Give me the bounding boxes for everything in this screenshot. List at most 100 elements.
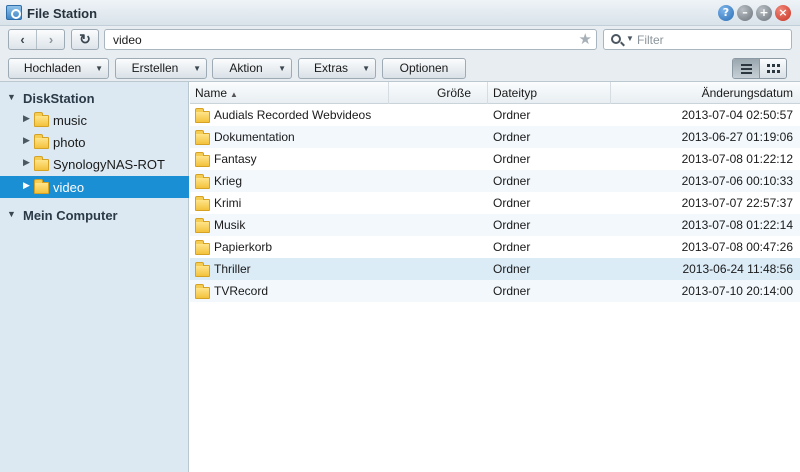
tree-item-video[interactable]: ▶ video [0,176,189,198]
path-text: video [113,33,142,47]
table-row[interactable]: Krieg Ordner 2013-07-06 00:10:33 [190,170,800,192]
folder-icon [34,134,49,149]
file-modified: 2013-07-07 22:57:37 [681,196,793,210]
folder-icon [195,218,210,233]
folder-icon [195,130,210,145]
table-row[interactable]: Audials Recorded Webvideos Ordner 2013-0… [190,104,800,126]
list-header: Name ▲ Größe Dateityp Änderungsdatum [190,82,800,104]
collapse-triangle-icon[interactable]: ▶ [23,180,30,191]
tree-root-diskstation[interactable]: ▼ DiskStation [0,87,189,109]
folder-icon [195,240,210,255]
column-header-modified[interactable]: Änderungsdatum [611,82,800,104]
history-buttons: ‹ › [8,29,65,50]
create-label: Erstellen [131,61,179,75]
view-switcher [732,58,787,79]
column-header-type[interactable]: Dateityp [488,82,611,104]
chevron-down-icon: ▼ [95,64,103,73]
file-type: Ordner [493,174,531,188]
star-icon[interactable]: ★ [579,30,592,48]
extras-button[interactable]: Extras ▼ [298,58,376,79]
file-list: Name ▲ Größe Dateityp Änderungsdatum Audi… [190,82,800,472]
file-modified: 2013-07-04 02:50:57 [681,108,793,122]
table-row[interactable]: TVRecord Ordner 2013-07-10 20:14:00 [190,280,800,302]
file-name: Musik [214,218,246,232]
folder-icon [195,174,210,189]
collapse-triangle-icon[interactable]: ▶ [23,113,30,124]
file-modified: 2013-07-06 00:10:33 [681,174,793,188]
grid-view-icon[interactable] [760,59,786,78]
collapse-triangle-icon[interactable]: ▶ [23,135,30,146]
file-name: TVRecord [214,284,269,298]
file-name: Krimi [214,196,242,210]
file-name: Thriller [214,262,251,276]
create-button[interactable]: Erstellen ▼ [115,58,207,79]
title-bar: File Station ? – + × [0,0,800,26]
file-modified: 2013-06-27 01:19:06 [681,130,793,144]
tree-item-label: SynologyNAS-ROT [53,157,165,172]
tree-root-label: DiskStation [23,91,95,106]
chevron-down-icon: ▼ [278,64,286,73]
table-row[interactable]: Musik Ordner 2013-07-08 01:22:14 [190,214,800,236]
tree-root-mein-computer[interactable]: ▼ Mein Computer [0,204,189,226]
expand-triangle-icon[interactable]: ▼ [7,92,16,102]
tree-root-label: Mein Computer [23,208,118,223]
refresh-button[interactable]: ↻ [71,29,99,50]
back-button[interactable]: ‹ [9,30,37,49]
column-name-label: Name [195,86,228,100]
options-button[interactable]: Optionen [382,58,466,79]
path-field[interactable]: video ★ [104,29,597,50]
collapse-triangle-icon[interactable]: ▶ [23,157,30,168]
folder-icon [34,112,49,127]
maximize-button[interactable]: + [756,5,772,21]
navigation-bar: ‹ › ↻ video ★ ▼ [0,26,800,54]
column-header-size[interactable]: Größe [389,82,488,104]
file-modified: 2013-07-08 01:22:12 [681,152,793,166]
action-label: Aktion [229,61,263,75]
filter-field[interactable]: ▼ [603,29,792,50]
file-type: Ordner [493,108,531,122]
file-station-icon [6,5,22,20]
table-row[interactable]: Fantasy Ordner 2013-07-08 01:22:12 [190,148,800,170]
table-row[interactable]: Dokumentation Ordner 2013-06-27 01:19:06 [190,126,800,148]
file-name: Papierkorb [214,240,273,254]
folder-icon [34,179,49,194]
tree-item-label: music [53,113,87,128]
tree-item-photo[interactable]: ▶ photo [0,131,189,153]
file-type: Ordner [493,262,531,276]
file-type: Ordner [493,218,531,232]
file-modified: 2013-07-08 01:22:14 [681,218,793,232]
list-view-icon[interactable] [733,59,760,78]
expand-triangle-icon[interactable]: ▼ [7,209,16,219]
upload-label: Hochladen [23,61,82,75]
table-row[interactable]: Thriller Ordner 2013-06-24 11:48:56 [190,258,800,280]
action-button[interactable]: Aktion ▼ [212,58,292,79]
file-name: Dokumentation [214,130,295,144]
file-name: Fantasy [214,152,257,166]
table-row[interactable]: Krimi Ordner 2013-07-07 22:57:37 [190,192,800,214]
file-type: Ordner [493,130,531,144]
file-name: Krieg [214,174,243,188]
chevron-down-icon[interactable]: ▼ [626,34,634,43]
file-type: Ordner [493,284,531,298]
folder-icon [195,196,210,211]
upload-button[interactable]: Hochladen ▼ [8,58,109,79]
tree-item-label: photo [53,135,86,150]
file-type: Ordner [493,240,531,254]
tree-item-music[interactable]: ▶ music [0,109,189,131]
search-icon[interactable] [611,34,621,44]
filter-input[interactable] [637,31,787,48]
folder-icon [195,284,210,299]
tree-item-label: video [53,180,85,195]
folder-icon [195,152,210,167]
chevron-down-icon: ▼ [362,64,370,73]
minimize-button[interactable]: – [737,5,753,21]
window-title: File Station [27,6,98,21]
table-row[interactable]: Papierkorb Ordner 2013-07-08 00:47:26 [190,236,800,258]
column-header-name[interactable]: Name ▲ [190,82,389,104]
toolbar: Hochladen ▼ Erstellen ▼ Aktion ▼ Extras … [0,54,800,82]
help-button[interactable]: ? [718,5,734,21]
tree-item-synologynas-rot[interactable]: ▶ SynologyNAS-ROT [0,153,189,175]
file-modified: 2013-06-24 11:48:56 [682,262,793,276]
forward-button[interactable]: › [37,30,64,49]
close-button[interactable]: × [775,5,791,21]
